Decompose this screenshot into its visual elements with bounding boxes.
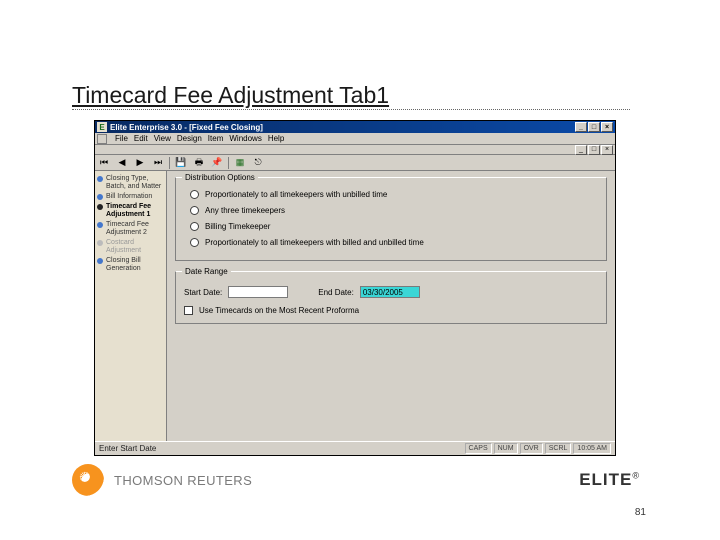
- menu-view[interactable]: View: [154, 134, 171, 143]
- main-panel: Proportionately to all timekeepers with …: [167, 171, 615, 441]
- sidebar-item-closing-bill-gen[interactable]: Closing Bill Generation: [97, 256, 164, 274]
- nav-prev-icon[interactable]: ◀: [115, 156, 129, 169]
- radio-opt-unbilled[interactable]: Proportionately to all timekeepers with …: [184, 188, 598, 204]
- nav-last-icon[interactable]: ⏭: [151, 156, 165, 169]
- nav-next-icon[interactable]: ▶: [133, 156, 147, 169]
- titlebar: E Elite Enterprise 3.0 - [Fixed Fee Clos…: [95, 121, 615, 133]
- radio-opt-billed-unbilled[interactable]: Proportionately to all timekeepers with …: [184, 236, 598, 252]
- sidebar-item-label: Timecard Fee Adjustment 2: [106, 221, 164, 237]
- sidebar-item-label: Timecard Fee Adjustment 1: [106, 203, 164, 219]
- sidebar-nav: Closing Type, Batch, and Matter Bill Inf…: [95, 171, 167, 441]
- thomson-reuters-logo: THOMSON REUTERS: [72, 464, 252, 496]
- status-caps: CAPS: [465, 443, 492, 454]
- save-icon[interactable]: 💾: [174, 156, 188, 169]
- status-ovr: OVR: [520, 443, 543, 454]
- radio-label: Proportionately to all timekeepers with …: [205, 190, 387, 199]
- page-number: 81: [635, 507, 646, 518]
- date-range-group: Start Date: End Date: 03/30/2005 Use Tim…: [175, 271, 607, 324]
- menu-windows[interactable]: Windows: [229, 134, 261, 143]
- status-time: 10:05 AM: [573, 443, 611, 454]
- end-date-input[interactable]: 03/30/2005: [360, 286, 420, 298]
- start-date-input[interactable]: [228, 286, 288, 298]
- child-window-controls: _ □ ×: [95, 145, 615, 155]
- use-timecards-row[interactable]: Use Timecards on the Most Recent Proform…: [184, 302, 598, 315]
- elite-logo: ELITE®: [579, 470, 640, 490]
- exit-icon[interactable]: ⎋: [251, 156, 265, 169]
- status-num: NUM: [494, 443, 518, 454]
- minimize-button[interactable]: _: [575, 122, 587, 132]
- menu-design[interactable]: Design: [177, 134, 202, 143]
- sidebar-item-tc-fee-adj-2[interactable]: Timecard Fee Adjustment 2: [97, 220, 164, 238]
- radio-label: Billing Timekeeper: [205, 222, 270, 231]
- sidebar-item-label: Bill Information: [106, 193, 152, 201]
- sidebar-item-label: Costcard Adjustment: [106, 239, 164, 255]
- print-icon[interactable]: 🖶: [192, 156, 206, 169]
- checkbox-label: Use Timecards on the Most Recent Proform…: [199, 306, 359, 315]
- menu-item[interactable]: Item: [208, 134, 224, 143]
- start-date-label: Start Date:: [184, 288, 222, 297]
- child-maximize-button[interactable]: □: [588, 145, 600, 155]
- statusbar: Enter Start Date CAPS NUM OVR SCRL 10:05…: [95, 441, 615, 455]
- dates-row: Start Date: End Date: 03/30/2005: [184, 282, 598, 302]
- sidebar-item-closing-type[interactable]: Closing Type, Batch, and Matter: [97, 174, 164, 192]
- radio-label: Proportionately to all timekeepers with …: [205, 238, 424, 247]
- maximize-button[interactable]: □: [588, 122, 600, 132]
- radio-icon: [190, 206, 199, 215]
- radio-icon: [190, 222, 199, 231]
- checkbox-icon: [184, 306, 193, 315]
- radio-label: Any three timekeepers: [205, 206, 285, 215]
- app-window: E Elite Enterprise 3.0 - [Fixed Fee Clos…: [94, 120, 616, 456]
- distribution-options-group: Proportionately to all timekeepers with …: [175, 177, 607, 261]
- tr-swirl-icon: [72, 464, 104, 496]
- bullet-icon: [97, 176, 103, 182]
- menu-help[interactable]: Help: [268, 134, 284, 143]
- menu-edit[interactable]: Edit: [134, 134, 148, 143]
- toolbar-separator-2: [228, 157, 229, 169]
- close-button[interactable]: ×: [601, 122, 613, 132]
- toolbar-separator: [169, 157, 170, 169]
- radio-icon: [190, 190, 199, 199]
- dotted-underline: [72, 109, 630, 110]
- window-title: Elite Enterprise 3.0 - [Fixed Fee Closin…: [110, 123, 575, 132]
- window-controls: _ □ ×: [575, 122, 613, 132]
- bullet-icon: [97, 258, 103, 264]
- tr-wordmark: THOMSON REUTERS: [114, 473, 252, 488]
- bullet-icon: [97, 204, 103, 210]
- menubar: File Edit View Design Item Windows Help: [95, 133, 615, 145]
- sidebar-item-costcard-adj[interactable]: Costcard Adjustment: [97, 238, 164, 256]
- window-body: Closing Type, Batch, and Matter Bill Inf…: [95, 171, 615, 441]
- bullet-icon: [97, 194, 103, 200]
- bullet-icon: [97, 222, 103, 228]
- app-icon: E: [97, 122, 107, 132]
- form-icon[interactable]: ▦: [233, 156, 247, 169]
- child-close-button[interactable]: ×: [601, 145, 613, 155]
- sidebar-item-tc-fee-adj-1[interactable]: Timecard Fee Adjustment 1: [97, 202, 164, 220]
- radio-icon: [190, 238, 199, 247]
- sidebar-item-label: Closing Bill Generation: [106, 257, 164, 273]
- status-scrl: SCRL: [545, 443, 572, 454]
- end-date-label: End Date:: [318, 288, 354, 297]
- bullet-icon: [97, 240, 103, 246]
- slide-title: Timecard Fee Adjustment Tab1: [72, 82, 389, 109]
- status-message: Enter Start Date: [99, 444, 463, 453]
- toolbar: ⏮ ◀ ▶ ⏭ 💾 🖶 📌 ▦ ⎋: [95, 155, 615, 171]
- doc-icon: [97, 134, 107, 144]
- pin-icon[interactable]: 📌: [210, 156, 224, 169]
- radio-opt-any-three[interactable]: Any three timekeepers: [184, 204, 598, 220]
- radio-opt-billing-tk[interactable]: Billing Timekeeper: [184, 220, 598, 236]
- child-minimize-button[interactable]: _: [575, 145, 587, 155]
- nav-first-icon[interactable]: ⏮: [97, 156, 111, 169]
- sidebar-item-bill-info[interactable]: Bill Information: [97, 192, 164, 202]
- sidebar-item-label: Closing Type, Batch, and Matter: [106, 175, 164, 191]
- menu-file[interactable]: File: [115, 134, 128, 143]
